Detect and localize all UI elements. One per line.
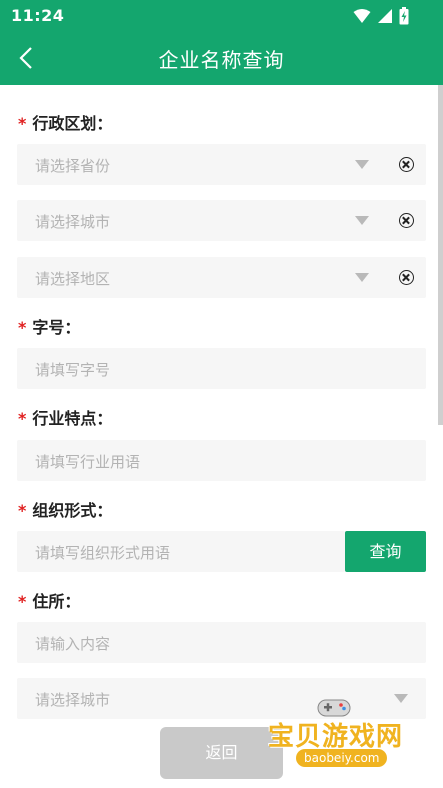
watermark-url: baobeiy.com: [296, 749, 388, 767]
dropdown-arrow-icon[interactable]: [355, 216, 369, 225]
dropdown-arrow-icon[interactable]: [355, 160, 369, 169]
industry-placeholder: 请填写行业用语: [35, 453, 141, 471]
clear-icon[interactable]: [399, 213, 414, 228]
province-select[interactable]: 请选择省份: [17, 144, 426, 185]
required-mark: *: [18, 592, 27, 611]
battery-icon: [399, 7, 409, 25]
region-label: * 行政区划：: [18, 110, 112, 134]
industry-label-text: 行业特点：: [32, 409, 113, 428]
clear-icon[interactable]: [399, 157, 414, 172]
back-button[interactable]: 返回: [160, 727, 283, 779]
app-bar: 企业名称查询: [0, 31, 443, 85]
city-placeholder: 请选择城市: [35, 213, 111, 231]
page-title: 企业名称查询: [158, 48, 285, 72]
industry-label: * 行业特点：: [18, 405, 112, 429]
required-mark: *: [18, 501, 27, 520]
watermark-title: 宝贝游戏网: [268, 722, 404, 752]
city-select[interactable]: 请选择城市: [17, 200, 426, 241]
address-placeholder: 请输入内容: [35, 635, 111, 653]
trade-name-label: * 字号：: [18, 314, 80, 338]
address-label-text: 住所：: [32, 592, 81, 611]
district-select[interactable]: 请选择地区: [17, 257, 426, 298]
address-label: * 住所：: [18, 588, 80, 612]
scrollbar[interactable]: [438, 85, 443, 425]
org-form-placeholder: 请填写组织形式用语: [35, 544, 171, 562]
clear-icon[interactable]: [399, 270, 414, 285]
region-label-text: 行政区划：: [32, 114, 113, 133]
province-placeholder: 请选择省份: [35, 157, 111, 175]
wifi-icon: [353, 9, 371, 23]
trade-name-input[interactable]: 请填写字号: [17, 348, 426, 389]
dropdown-arrow-icon[interactable]: [355, 273, 369, 282]
query-button[interactable]: 查询: [345, 531, 426, 572]
trade-name-label-text: 字号：: [32, 318, 81, 337]
signal-icon: [378, 9, 392, 23]
district-placeholder: 请选择地区: [35, 270, 111, 288]
required-mark: *: [18, 318, 27, 337]
trade-name-placeholder: 请填写字号: [35, 361, 111, 379]
watermark-logo: 宝贝游戏网 baobeiy.com: [266, 692, 414, 772]
industry-input[interactable]: 请填写行业用语: [17, 440, 426, 481]
org-form-label-text: 组织形式：: [32, 501, 113, 520]
address-input[interactable]: 请输入内容: [17, 622, 426, 663]
status-time: 11:24: [11, 6, 65, 25]
org-form-label: * 组织形式：: [18, 497, 112, 521]
address-city-placeholder: 请选择城市: [35, 691, 111, 709]
org-form-input[interactable]: 请填写组织形式用语: [17, 531, 345, 572]
status-icons: [353, 7, 409, 25]
required-mark: *: [18, 409, 27, 428]
status-bar: 11:24: [0, 0, 443, 31]
required-mark: *: [18, 114, 27, 133]
